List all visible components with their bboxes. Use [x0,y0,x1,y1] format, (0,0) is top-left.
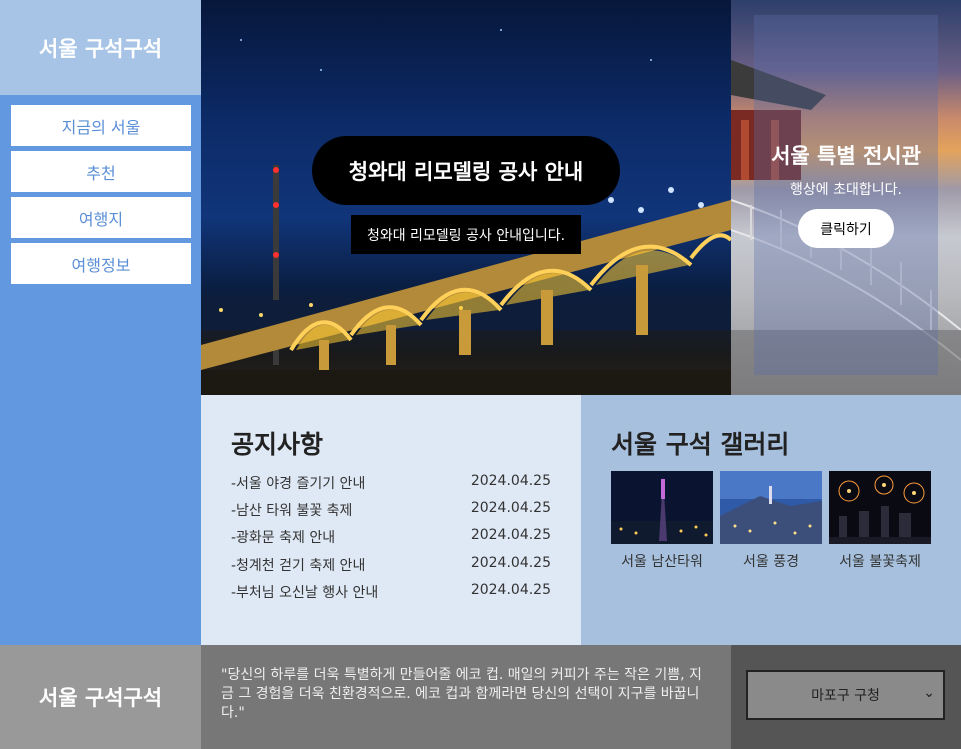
footer-quote-text: "당신의 하루를 더욱 특별하게 만들어줄 에코 컵. 매일의 커피가 주는 작… [221,667,702,721]
notice-item[interactable]: -광화문 축제 안내 2024.04.25 [231,527,551,547]
notice-title: -남산 타워 불꽃 축제 [231,503,353,519]
hero-headline-text: 청와대 리모델링 공사 안내 [348,159,584,184]
gallery-caption: 서울 남산타워 [621,554,703,570]
sidebar-item-label: 여행정보 [71,255,131,275]
notice-item[interactable]: -남산 타워 불꽃 축제 2024.04.25 [231,500,551,520]
sidebar-item-label: 여행지 [78,209,124,229]
notice-date: 2024.04.25 [470,500,551,516]
hero-headline: 청와대 리모델링 공사 안내 [312,136,620,205]
notice-title: -서울 야경 즐기기 안내 [231,476,366,492]
promo-click-button[interactable]: 클릭하기 [798,209,894,248]
gallery-item-namsan[interactable]: 서울 남산타워 [611,471,713,571]
notice-title: -청계천 걷기 축제 안내 [231,558,366,574]
footer-logo-text: 서울 구석구석 [38,686,163,710]
footer-quote: "당신의 하루를 더욱 특별하게 만들어줄 에코 컵. 매일의 커피가 주는 작… [201,645,731,749]
hero-banner[interactable]: 청와대 리모델링 공사 안내 청와대 리모델링 공사 안내입니다. [201,0,731,395]
notice-title: -부처님 오신날 행사 안내 [231,585,379,601]
sidebar-item-recommend[interactable]: 추천 [11,151,191,192]
gallery-item-scenery[interactable]: 서울 풍경 [720,471,822,571]
chevron-down-icon: ⌄ [923,685,935,701]
gallery-namsan-image [611,471,713,544]
notice-date: 2024.04.25 [470,555,551,571]
sidebar-item-label: 지금의 서울 [61,117,141,137]
gallery-caption: 서울 불꽃축제 [839,554,921,570]
notice-date: 2024.04.25 [470,527,551,543]
gallery-title: 서울 구석 갤러리 [611,430,790,459]
hero-subtext: 청와대 리모델링 공사 안내입니다. [351,215,581,254]
notices-section: 공지사항 -서울 야경 즐기기 안내 2024.04.25 -남산 타워 불꽃 … [201,395,581,645]
district-select-value: 마포구 구청 [811,688,880,704]
site-logo-text: 서울 구석구석 [38,36,163,61]
notice-date: 2024.04.25 [470,473,551,489]
notices-title: 공지사항 [231,430,324,459]
district-select[interactable]: 마포구 구청 ⌄ [746,670,945,720]
gallery-fireworks-image [829,471,931,544]
sidebar-nav: 지금의 서울 추천 여행지 여행정보 [0,95,201,645]
notice-title: -광화문 축제 안내 [231,530,336,546]
sidebar-item-destinations[interactable]: 여행지 [11,197,191,238]
notice-item[interactable]: -청계천 걷기 축제 안내 2024.04.25 [231,555,551,575]
notice-item[interactable]: -서울 야경 즐기기 안내 2024.04.25 [231,473,551,493]
site-logo[interactable]: 서울 구석구석 [0,0,201,95]
sidebar-item-travel-info[interactable]: 여행정보 [11,243,191,284]
gallery-caption: 서울 풍경 [743,554,799,570]
footer-select-area: 마포구 구청 ⌄ [731,645,961,749]
sidebar-item-label: 추천 [86,163,116,183]
promo-click-label: 클릭하기 [820,221,872,238]
gallery-section: 서울 구석 갤러리 서울 남산타워 서울 풍경 서울 불꽃축제 [581,395,961,645]
footer-logo[interactable]: 서울 구석구석 [0,645,201,749]
sidebar-item-now[interactable]: 지금의 서울 [11,105,191,146]
promo-title: 서울 특별 전시관 [771,144,921,168]
promo-banner: 서울 특별 전시관 행상에 초대합니다. 클릭하기 [731,0,961,395]
gallery-item-fireworks[interactable]: 서울 불꽃축제 [829,471,931,571]
gallery-scenery-image [720,471,822,544]
notice-item[interactable]: -부처님 오신날 행사 안내 2024.04.25 [231,582,551,602]
hero-subtext-text: 청와대 리모델링 공사 안내입니다. [366,227,566,244]
promo-subtitle: 행상에 초대합니다. [790,182,902,198]
notice-date: 2024.04.25 [470,582,551,598]
